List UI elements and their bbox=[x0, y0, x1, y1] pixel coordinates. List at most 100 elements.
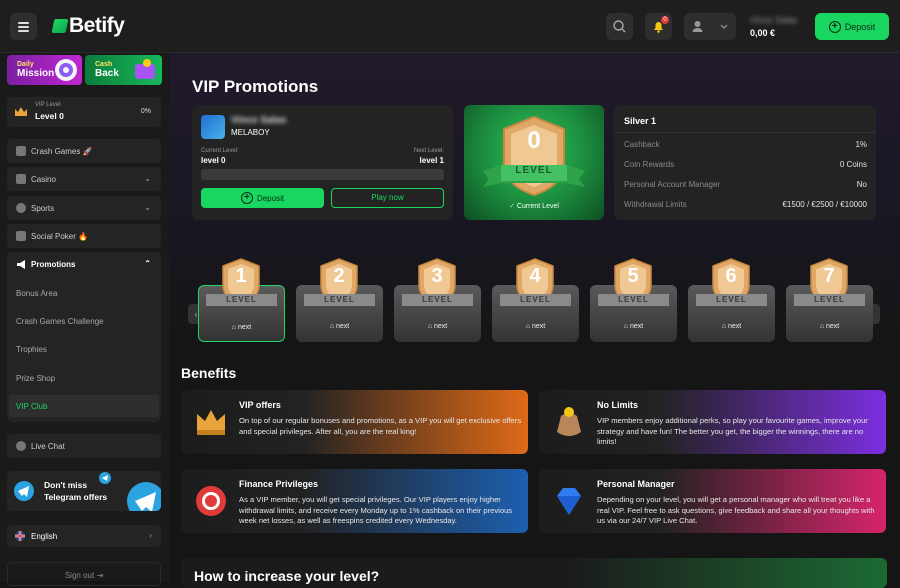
sign-out-button[interactable]: Sign out ⇥ bbox=[7, 562, 161, 586]
megaphone-icon bbox=[17, 260, 25, 269]
nav-casino[interactable]: Casino ⌄ bbox=[7, 167, 161, 191]
profile-nickname: MELABOY bbox=[231, 128, 270, 137]
money-bag-icon bbox=[557, 407, 581, 436]
daily-mission-card[interactable]: Daily Mission bbox=[7, 55, 82, 85]
sub-nav-prize-shop[interactable]: Prize Shop bbox=[16, 374, 55, 383]
info-row-account-manager: Personal Account Manager No bbox=[624, 180, 867, 189]
level-caption: ⌂ next bbox=[427, 323, 448, 330]
level-caption: ⌂ next bbox=[623, 323, 644, 330]
current-level-card: 0 LEVEL ✓ Current Level bbox=[464, 105, 604, 220]
crown-icon bbox=[15, 107, 27, 116]
language-selector[interactable]: English › bbox=[7, 525, 161, 547]
level-ribbon: LEVEL bbox=[206, 294, 277, 306]
avatar bbox=[201, 115, 225, 139]
crash-games-icon bbox=[16, 146, 26, 156]
info-row-cashback: Cashback 1% bbox=[624, 140, 867, 149]
nav-social-poker[interactable]: Social Poker 🔥 bbox=[7, 224, 161, 248]
benefit-card-finance-privileges: Finance Privileges As a VIP member, you … bbox=[181, 469, 528, 533]
level-number: 6 bbox=[725, 265, 737, 287]
level-caption: ⌂ next bbox=[329, 323, 350, 330]
lock-icon: ⌂ bbox=[329, 323, 335, 330]
level-ribbon: LEVEL bbox=[794, 294, 865, 306]
benefit-card-personal-manager: Personal Manager Depending on your level… bbox=[539, 469, 886, 533]
nav-live-chat[interactable]: Live Chat bbox=[7, 434, 161, 458]
benefits-heading: Benefits bbox=[181, 365, 237, 381]
casino-icon bbox=[16, 174, 26, 184]
cash-back-card[interactable]: Cash Back bbox=[85, 55, 162, 85]
play-now-button[interactable]: Play now bbox=[331, 188, 444, 208]
level-caption: ⌂ next bbox=[721, 323, 742, 330]
search-icon bbox=[613, 20, 626, 33]
sub-nav-vip-club[interactable]: VIP Club bbox=[16, 402, 47, 411]
level-number: 2 bbox=[333, 265, 345, 287]
level-number: 1 bbox=[235, 265, 247, 287]
crown-icon bbox=[197, 410, 225, 435]
profile-deposit-button[interactable]: + Deposit bbox=[201, 188, 324, 208]
profile-card: Vince Salas MELABOY Current Level: level… bbox=[192, 105, 453, 220]
info-row-withdrawal-limits: Withdrawal Limits €1500 / €2500 / €10000 bbox=[624, 200, 867, 209]
poker-cards-icon bbox=[16, 231, 26, 241]
chevron-down-icon: ⌄ bbox=[144, 174, 151, 183]
benefit-card-vip-offers: VIP offers On top of our regular bonuses… bbox=[181, 390, 528, 454]
lock-icon: ⌂ bbox=[819, 323, 825, 330]
sub-nav-trophies[interactable]: Trophies bbox=[16, 345, 47, 354]
tier-title: Silver 1 bbox=[624, 116, 657, 126]
diamond-icon bbox=[557, 488, 581, 515]
header-deposit-button[interactable]: + Deposit bbox=[815, 13, 889, 40]
nav-crash-games[interactable]: Crash Games 🚀 bbox=[7, 139, 161, 163]
plus-circle-icon: + bbox=[240, 192, 253, 204]
target-icon bbox=[55, 59, 77, 81]
sub-nav-crash-games-challenge[interactable]: Crash Games Challenge bbox=[16, 317, 104, 326]
level-ribbon: LEVEL bbox=[598, 294, 669, 306]
chevron-down-icon: ⌄ bbox=[144, 203, 151, 212]
user-icon bbox=[692, 21, 703, 32]
check-icon: ✓ bbox=[509, 203, 515, 210]
level-number: 4 bbox=[529, 265, 541, 287]
lock-icon: ⌂ bbox=[231, 324, 237, 331]
lock-icon: ⌂ bbox=[623, 323, 629, 330]
notification-badge: 0 bbox=[661, 16, 669, 24]
page-title: VIP Promotions bbox=[192, 77, 319, 96]
level-number: 7 bbox=[823, 265, 835, 287]
lock-icon: ⌂ bbox=[721, 323, 727, 330]
balance-display: 0,00 € bbox=[750, 28, 776, 38]
hamburger-menu-button[interactable] bbox=[10, 13, 37, 40]
vip-level-widget[interactable]: VIP Level Level 0 0% bbox=[7, 97, 161, 127]
nav-promotions[interactable]: Promotions ⌃ bbox=[7, 252, 161, 276]
chevron-down-icon bbox=[720, 24, 728, 29]
sub-nav-bonus-area[interactable]: Bonus Area bbox=[16, 289, 57, 298]
sports-ball-icon bbox=[16, 203, 26, 213]
current-level-caption: ✓ Current Level bbox=[509, 203, 559, 210]
telegram-banner[interactable]: Don't miss Telegram offers bbox=[7, 471, 161, 511]
telegram-badge-icon bbox=[99, 472, 111, 484]
level-ribbon: LEVEL bbox=[500, 294, 571, 306]
info-row-coin-rewards: Coin Rewards 0 Coins bbox=[624, 160, 867, 169]
main-content: VIP Promotions Vince Salas MELABOY Curre… bbox=[170, 53, 900, 588]
level-progress-bar bbox=[201, 169, 444, 180]
chevron-right-icon: › bbox=[149, 530, 152, 540]
wallet-icon bbox=[135, 59, 155, 79]
level-number: 5 bbox=[627, 265, 639, 287]
level-ribbon: LEVEL bbox=[304, 294, 375, 306]
logo-mark-icon bbox=[51, 19, 69, 33]
level-caption: ⌂ next bbox=[819, 323, 840, 330]
increase-level-heading: How to increase your level? bbox=[194, 568, 380, 584]
nav-sports[interactable]: Sports ⌄ bbox=[7, 196, 161, 220]
notifications-button[interactable]: 0 bbox=[645, 13, 672, 40]
chat-icon bbox=[16, 441, 26, 451]
level-carousel: ‹ › ⌂ nextLEVEL1⌂ nextLEVEL2⌂ nextLEVEL3… bbox=[188, 245, 882, 350]
level-caption: ⌂ next bbox=[525, 323, 546, 330]
logout-icon: ⇥ bbox=[96, 571, 104, 580]
benefit-card-no-limits: No Limits VIP members enjoy additional p… bbox=[539, 390, 886, 454]
increase-level-banner: How to increase your level? bbox=[181, 558, 887, 588]
chevron-up-icon: ⌃ bbox=[144, 259, 151, 268]
profile-username: Vince Salas bbox=[231, 115, 287, 126]
brand-logo[interactable]: Betify bbox=[51, 14, 125, 38]
level-caption: ⌂ next bbox=[231, 324, 252, 331]
plus-circle-icon: + bbox=[828, 20, 841, 33]
telegram-icon bbox=[14, 481, 34, 501]
search-button[interactable] bbox=[606, 13, 633, 40]
telegram-large-icon bbox=[127, 482, 161, 511]
account-menu-button[interactable] bbox=[684, 13, 736, 40]
header-username: Vince Salas bbox=[750, 15, 798, 25]
